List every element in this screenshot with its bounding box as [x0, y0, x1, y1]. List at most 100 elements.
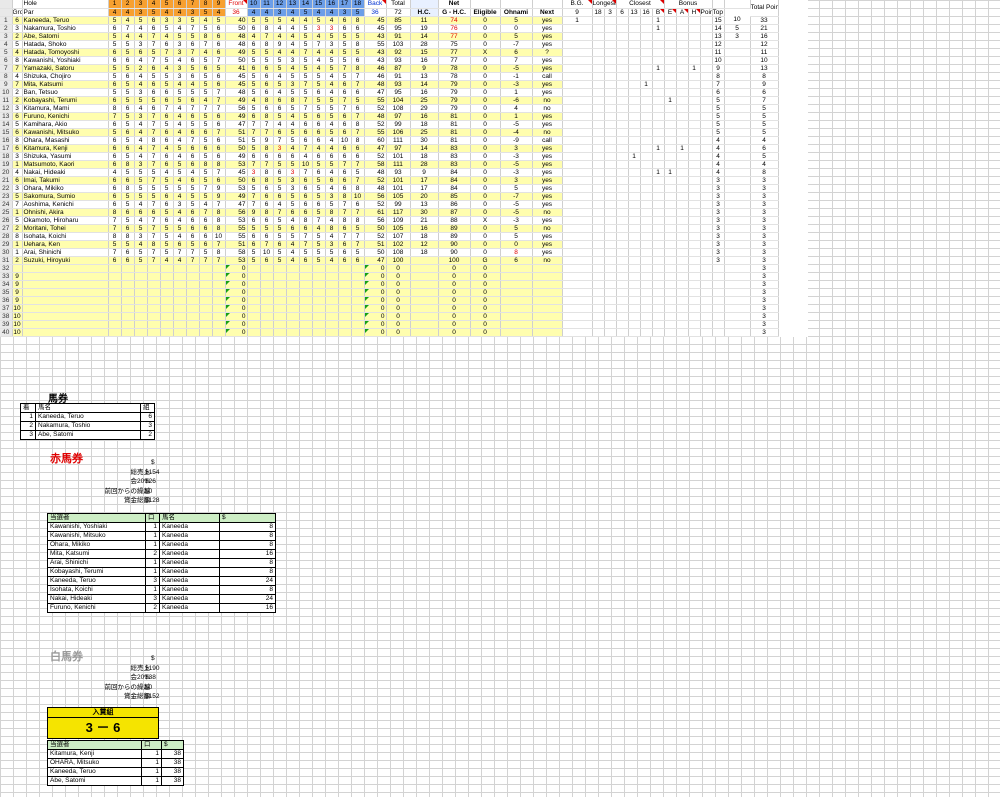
score-cell[interactable]: 7 — [351, 112, 365, 121]
bonus-cell[interactable] — [664, 112, 677, 121]
bonus-cell[interactable] — [562, 240, 593, 249]
score-cell[interactable]: 5 — [134, 248, 148, 257]
bonus-cell[interactable] — [664, 176, 677, 185]
score-cell[interactable]: 7 — [351, 240, 365, 249]
bonus-cell[interactable] — [688, 72, 701, 81]
score-cell[interactable]: 6 — [338, 248, 352, 257]
hc-cell[interactable] — [410, 328, 439, 337]
score-cell[interactable] — [134, 328, 148, 337]
score-cell[interactable]: 7 — [147, 256, 161, 265]
bonus-cell[interactable] — [640, 264, 653, 273]
score-cell[interactable] — [212, 264, 226, 273]
hc-cell[interactable]: 16 — [410, 56, 439, 65]
score-cell[interactable]: 7 — [212, 56, 226, 65]
eligible-cell[interactable]: X — [470, 48, 501, 57]
score-cell[interactable] — [260, 296, 274, 305]
score-cell[interactable]: 7 — [199, 208, 213, 217]
score-cell[interactable]: 6 — [351, 56, 365, 65]
score-cell[interactable]: 6 — [260, 80, 274, 89]
score-cell[interactable]: 5 — [299, 88, 313, 97]
bonus-cell[interactable] — [676, 120, 689, 129]
bonus-cell[interactable] — [604, 80, 617, 89]
group-cell[interactable]: 2 — [12, 96, 23, 105]
bonus-cell[interactable] — [562, 184, 593, 193]
score-cell[interactable]: 5 — [186, 120, 200, 129]
score-cell[interactable]: 5 — [247, 56, 261, 65]
score-cell[interactable]: 5 — [173, 32, 187, 41]
score-cell[interactable]: 6 — [260, 232, 274, 241]
bonus-cell[interactable] — [652, 152, 665, 161]
score-cell[interactable] — [260, 328, 274, 337]
hc-cell[interactable] — [410, 280, 439, 289]
score-cell[interactable]: 7 — [186, 24, 200, 33]
score-cell[interactable]: 6 — [325, 176, 339, 185]
score-cell[interactable]: 5 — [312, 16, 326, 25]
eligible-cell[interactable]: 0 — [470, 72, 501, 81]
score-cell[interactable]: 7 — [147, 160, 161, 169]
score-cell[interactable]: 5 — [147, 48, 161, 57]
eligible-cell[interactable]: 0 — [470, 24, 501, 33]
score-cell[interactable]: 3 — [173, 48, 187, 57]
score-cell[interactable] — [147, 328, 161, 337]
score-cell[interactable]: 6 — [212, 176, 226, 185]
bonus-cell[interactable] — [676, 304, 689, 313]
bonus-cell[interactable] — [562, 120, 593, 129]
bonus-cell[interactable] — [562, 112, 593, 121]
bonus-cell[interactable] — [640, 88, 653, 97]
bonus-cell[interactable] — [604, 256, 617, 265]
bonus-cell[interactable] — [688, 176, 701, 185]
player-name[interactable] — [22, 264, 109, 273]
next-cell[interactable]: yes — [532, 64, 563, 73]
bonus-cell[interactable] — [628, 304, 641, 313]
score-cell[interactable]: 7 — [147, 248, 161, 257]
score-cell[interactable]: 7 — [312, 40, 326, 49]
score-cell[interactable]: 4 — [173, 256, 187, 265]
next-cell[interactable]: ? — [532, 48, 563, 57]
score-cell[interactable]: 5 — [312, 184, 326, 193]
score-cell[interactable] — [260, 288, 274, 297]
hc-cell[interactable]: 9 — [410, 64, 439, 73]
score-cell[interactable]: 6 — [273, 96, 287, 105]
eligible-cell[interactable]: 0 — [470, 232, 501, 241]
score-cell[interactable]: 5 — [260, 48, 274, 57]
score-cell[interactable] — [247, 264, 261, 273]
bonus-cell[interactable] — [592, 312, 605, 321]
score-cell[interactable]: 5 — [121, 88, 135, 97]
bonus-cell[interactable] — [688, 200, 701, 209]
bonus-cell[interactable] — [616, 136, 629, 145]
score-cell[interactable] — [186, 320, 200, 329]
player-name[interactable]: Hatada, Tomoyoshi — [22, 48, 109, 57]
bonus-cell[interactable]: 1 — [652, 144, 665, 153]
score-cell[interactable]: 7 — [260, 160, 274, 169]
bonus-cell[interactable] — [562, 88, 593, 97]
hc-cell[interactable]: 17 — [410, 184, 439, 193]
bonus-cell[interactable] — [592, 168, 605, 177]
next-cell[interactable]: yes — [532, 176, 563, 185]
bonus-cell[interactable] — [628, 104, 641, 113]
bonus-cell[interactable] — [604, 240, 617, 249]
score-cell[interactable]: 6 — [160, 136, 174, 145]
bonus-cell[interactable] — [676, 72, 689, 81]
bonus-cell[interactable] — [652, 88, 665, 97]
score-cell[interactable] — [247, 296, 261, 305]
score-cell[interactable]: 5 — [134, 184, 148, 193]
score-cell[interactable]: 6 — [338, 144, 352, 153]
score-cell[interactable]: 5 — [121, 136, 135, 145]
score-cell[interactable]: 4 — [273, 120, 287, 129]
score-cell[interactable]: 5 — [312, 80, 326, 89]
bonus-cell[interactable] — [688, 264, 701, 273]
score-cell[interactable] — [212, 328, 226, 337]
score-cell[interactable]: 6 — [312, 136, 326, 145]
group-cell[interactable]: 10 — [12, 320, 23, 329]
score-cell[interactable] — [260, 304, 274, 313]
score-cell[interactable]: 4 — [173, 232, 187, 241]
bonus-cell[interactable] — [688, 112, 701, 121]
bonus-cell[interactable] — [592, 64, 605, 73]
score-cell[interactable] — [186, 264, 200, 273]
score-cell[interactable]: 6 — [147, 208, 161, 217]
score-cell[interactable]: 6 — [338, 240, 352, 249]
score-cell[interactable] — [173, 312, 187, 321]
score-cell[interactable]: 5 — [247, 88, 261, 97]
bonus-cell[interactable] — [664, 104, 677, 113]
score-cell[interactable]: 10 — [260, 248, 274, 257]
